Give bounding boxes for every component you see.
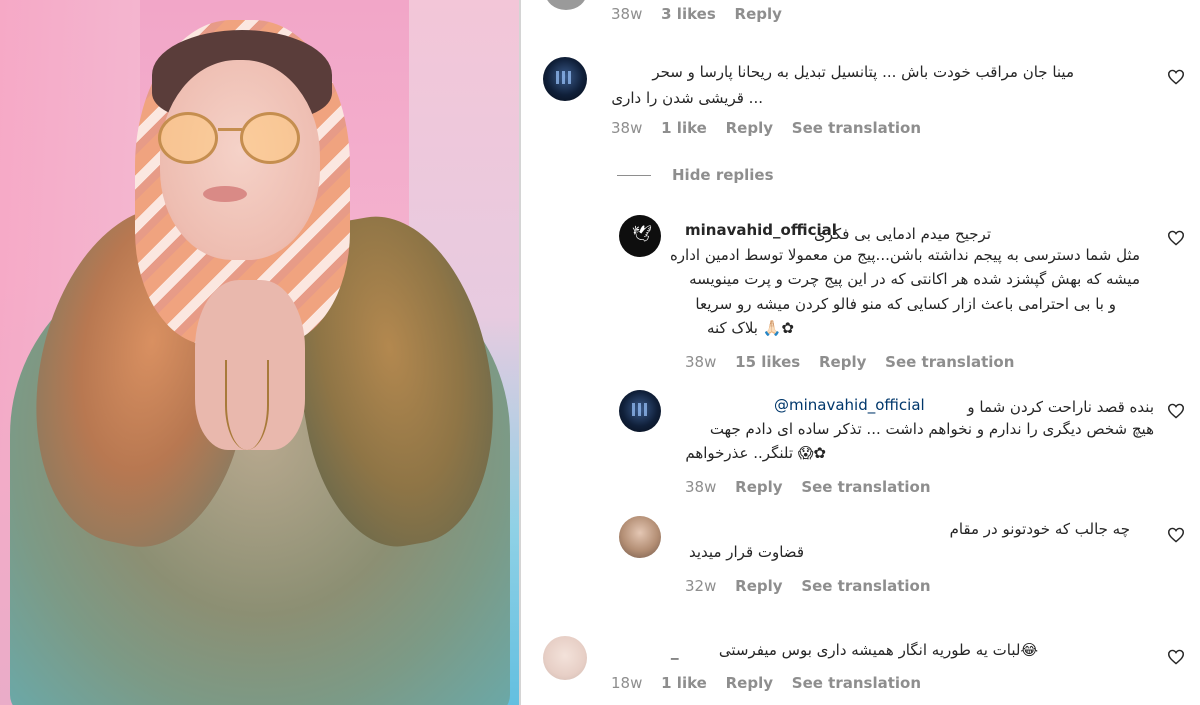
comment-time: 38w xyxy=(685,353,717,371)
mention-link[interactable]: @minavahid_official xyxy=(774,396,925,414)
comment-meta: 32w Reply See translation xyxy=(685,577,945,595)
heart-outline-icon[interactable] xyxy=(1167,230,1185,246)
likes-count[interactable]: 3 likes xyxy=(661,5,716,23)
comment-text-line: چه جالب که خودتونو در مقام xyxy=(949,520,1130,538)
heart-outline-icon[interactable] xyxy=(1167,69,1185,85)
comment-text-line: 😂لبات یه طوریه انگار همیشه داری بوس میفر… xyxy=(718,641,1038,659)
comment-text-line: میشه که بهش گپشزد شده هر اکانتی که در ای… xyxy=(689,270,1140,288)
see-translation-link[interactable]: See translation xyxy=(801,577,930,595)
see-translation-link[interactable]: See translation xyxy=(885,353,1014,371)
comment-time: 38w xyxy=(611,5,643,23)
reply-button[interactable]: Reply xyxy=(735,478,782,496)
necklace xyxy=(225,360,269,450)
bird-icon: 🕊 xyxy=(632,224,653,243)
comment-time: 38w xyxy=(685,478,717,496)
comment-time: 18w xyxy=(611,674,643,692)
likes-count[interactable]: 1 like xyxy=(661,119,707,137)
heart-outline-icon[interactable] xyxy=(1167,527,1185,543)
heart-outline-icon[interactable] xyxy=(1167,403,1185,419)
heart-outline-icon[interactable] xyxy=(1167,649,1185,665)
avatar[interactable]: 🕊 xyxy=(619,215,661,257)
see-translation-link[interactable]: See translation xyxy=(792,674,921,692)
see-translation-link[interactable]: See translation xyxy=(801,478,930,496)
comment-text-line: بنده قصد ناراحت کردن شما و xyxy=(967,398,1154,416)
sunglasses-left-lens xyxy=(158,112,218,164)
comment-time: 38w xyxy=(611,119,643,137)
avatar[interactable] xyxy=(543,57,587,101)
comment-text-line: و با بی احترامی باعث ازار کسایی که منو ف… xyxy=(695,295,1116,313)
comment-text-line: قضاوت قرار میدید xyxy=(689,543,804,561)
avatar[interactable] xyxy=(619,390,661,432)
comment-text-line: ... قریشی شدن را داری xyxy=(611,89,763,107)
comment-meta: 38w 3 likes Reply xyxy=(611,5,796,23)
hide-replies-button[interactable]: Hide replies xyxy=(672,166,774,184)
comment-meta: 38w Reply See translation xyxy=(685,478,945,496)
comment-text-line: مثل شما دسترسی به پیجم نداشته باشن...پیج… xyxy=(669,246,1140,264)
likes-count[interactable]: 1 like xyxy=(661,674,707,692)
see-translation-link[interactable]: See translation xyxy=(792,119,921,137)
reply-button[interactable]: Reply xyxy=(735,577,782,595)
comment-mention[interactable]: @minavahid_official xyxy=(774,396,925,414)
hide-replies-line xyxy=(617,175,651,176)
comment-meta: 38w 15 likes Reply See translation xyxy=(685,353,1028,371)
comment-text-line: _ xyxy=(671,642,679,660)
avatar[interactable] xyxy=(543,636,587,680)
avatar[interactable] xyxy=(619,516,661,558)
comment-text-line: ✿🙏🏻 بلاک کنه xyxy=(706,319,794,337)
comment-meta: 18w 1 like Reply See translation xyxy=(611,674,935,692)
post-image[interactable] xyxy=(0,0,519,705)
comment-time: 32w xyxy=(685,577,717,595)
reply-button[interactable]: Reply xyxy=(726,674,773,692)
comment-text-line: هیچ شخص دیگری را ندارم و نخواهم داشت ...… xyxy=(709,420,1154,438)
comment-text-line: ✿😱 تلنگر.. عذرخواهم xyxy=(685,444,826,462)
comment-meta: 38w 1 like Reply See translation xyxy=(611,119,935,137)
sunglasses-bridge xyxy=(218,128,242,131)
lips xyxy=(203,186,247,202)
reply-button[interactable]: Reply xyxy=(735,5,782,23)
comments-panel[interactable]: 38w 3 likes Reply مینا جان مراقب خودت با… xyxy=(521,0,1200,705)
sunglasses-right-lens xyxy=(240,112,300,164)
avatar[interactable] xyxy=(545,0,587,10)
comment-text-line: ترجیح میدم ادمایی بی فکری xyxy=(813,225,991,243)
likes-count[interactable]: 15 likes xyxy=(735,353,800,371)
reply-button[interactable]: Reply xyxy=(726,119,773,137)
reply-button[interactable]: Reply xyxy=(819,353,866,371)
comment-text-line: مینا جان مراقب خودت باش ... پتانسیل تبدی… xyxy=(652,63,1074,81)
